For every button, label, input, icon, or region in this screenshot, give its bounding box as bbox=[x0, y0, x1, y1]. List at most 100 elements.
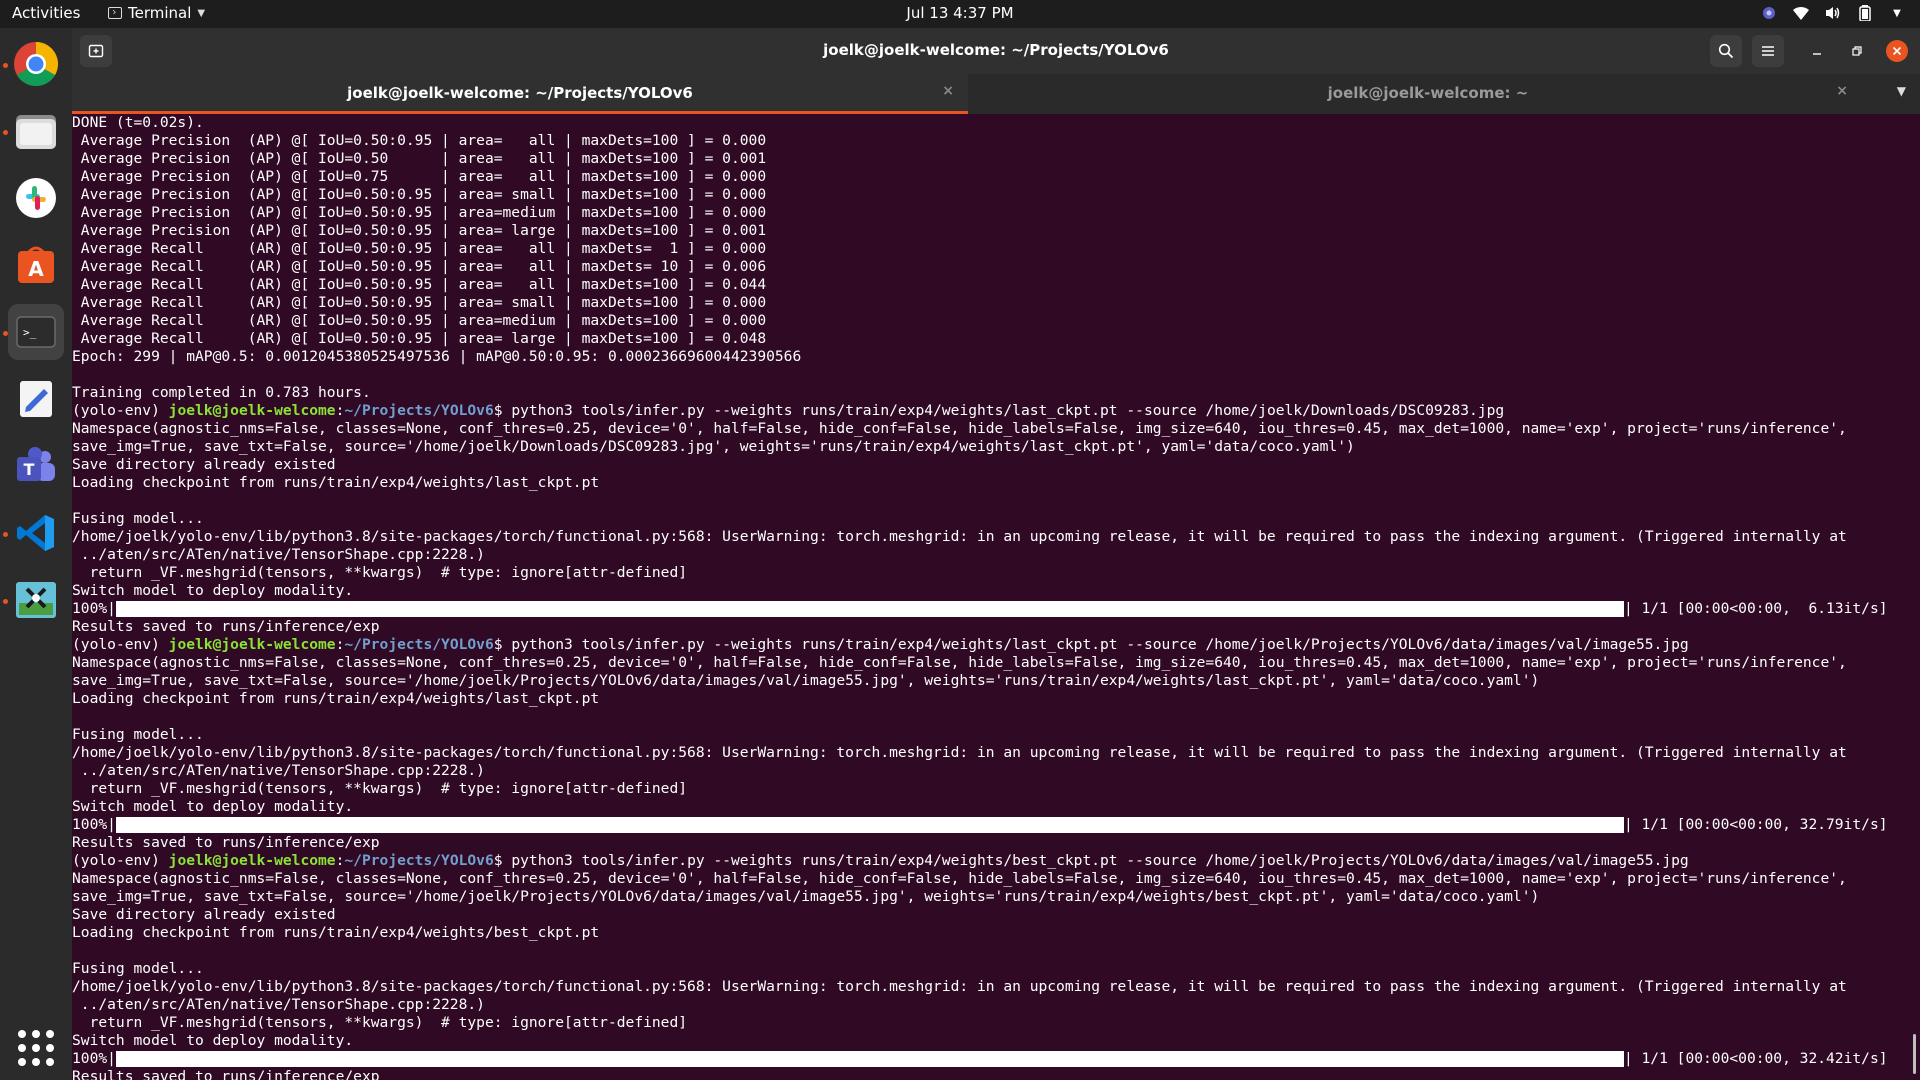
terminal-line: Loading checkpoint from runs/train/exp4/… bbox=[72, 690, 600, 707]
tab-list-chevron-icon[interactable]: ▼ bbox=[1897, 84, 1906, 98]
terminal-line: save_img=True, save_txt=False, source='/… bbox=[72, 672, 1540, 689]
terminal-line: Namespace(agnostic_nms=False, classes=No… bbox=[72, 420, 1847, 437]
vscode-icon bbox=[17, 515, 54, 551]
terminal-line: Switch model to deploy modality. bbox=[72, 798, 354, 815]
terminal-line: return _VF.meshgrid(tensors, **kwargs) #… bbox=[72, 564, 688, 581]
terminal-line: ../aten/src/ATen/native/TensorShape.cpp:… bbox=[72, 996, 485, 1013]
text-editor-launcher[interactable] bbox=[8, 371, 64, 427]
terminal-line: Average Precision (AP) @[ IoU=0.50:0.95 … bbox=[72, 222, 767, 239]
progress-line: 100%| | 1/1 [00:00<00:00, 32.79it/s] bbox=[72, 816, 1920, 834]
svg-text:>_: >_ bbox=[23, 326, 37, 339]
terminal-line: /home/joelk/yolo-env/lib/python3.8/site-… bbox=[72, 528, 1847, 545]
prompt-user: joelk@joelk-welcome bbox=[168, 852, 336, 869]
close-icon bbox=[1892, 46, 1902, 56]
svg-text:T: T bbox=[24, 460, 35, 479]
search-icon bbox=[1718, 43, 1734, 59]
terminal-line: return _VF.meshgrid(tensors, **kwargs) #… bbox=[72, 780, 688, 797]
prompt-user: joelk@joelk-welcome bbox=[168, 636, 336, 653]
tab-home[interactable]: joelk@joelk-welcome: ~ × bbox=[968, 74, 1888, 114]
close-window-button[interactable] bbox=[1886, 40, 1908, 62]
chrome-icon bbox=[14, 42, 58, 86]
search-button[interactable] bbox=[1710, 35, 1742, 67]
teams-status-icon[interactable] bbox=[1760, 4, 1778, 22]
tab-close-icon[interactable]: × bbox=[1836, 83, 1848, 99]
app-menu[interactable]: Terminal ▼ bbox=[108, 4, 205, 22]
terminal-icon: >_ bbox=[16, 316, 56, 348]
new-tab-button[interactable] bbox=[80, 35, 112, 67]
prompt-path: ~/Projects/YOLOv6 bbox=[344, 636, 494, 653]
app-menu-label: Terminal bbox=[128, 4, 192, 22]
volume-icon[interactable] bbox=[1824, 4, 1842, 22]
terminal-line: Average Recall (AR) @[ IoU=0.50:0.95 | a… bbox=[72, 258, 767, 275]
chrome-launcher[interactable] bbox=[8, 36, 64, 92]
chevron-down-icon: ▼ bbox=[197, 7, 206, 19]
terminal-line: Loading checkpoint from runs/train/exp4/… bbox=[72, 924, 600, 941]
prompt-symbol: $ bbox=[493, 852, 512, 869]
terminal-launcher[interactable]: >_ bbox=[8, 304, 64, 360]
terminal-line: DONE (t=0.02s). bbox=[72, 114, 204, 131]
terminal-app-icon bbox=[108, 7, 122, 19]
terminal-line: Fusing model... bbox=[72, 726, 204, 743]
screenshot-tool-launcher[interactable] bbox=[8, 572, 64, 628]
prompt-env: (yolo-env) bbox=[72, 402, 169, 419]
vscode-launcher[interactable] bbox=[8, 505, 64, 561]
command-text: python3 tools/infer.py --weights runs/tr… bbox=[511, 636, 1689, 653]
command-line: (yolo-env) joelk@joelk-welcome:~/Project… bbox=[72, 852, 1920, 870]
teams-launcher[interactable]: T bbox=[8, 438, 64, 494]
restore-button[interactable] bbox=[1846, 40, 1868, 62]
terminal-output[interactable]: DONE (t=0.02s). Average Precision (AP) @… bbox=[72, 114, 1920, 1080]
progress-bar-fill bbox=[115, 1051, 1624, 1067]
terminal-line: save_img=True, save_txt=False, source='/… bbox=[72, 888, 1540, 905]
software-launcher[interactable]: A bbox=[8, 237, 64, 293]
dock: A >_ T bbox=[0, 28, 72, 1080]
system-tray[interactable]: ▼ bbox=[1760, 4, 1906, 22]
terminal-line: save_img=True, save_txt=False, source='/… bbox=[72, 438, 1355, 455]
minimize-icon bbox=[1813, 53, 1821, 55]
terminal-line: Average Recall (AR) @[ IoU=0.50:0.95 | a… bbox=[72, 276, 767, 293]
progress-percent: 100%| bbox=[72, 816, 116, 833]
activities-button[interactable]: Activities bbox=[12, 4, 80, 22]
clock[interactable]: Jul 13 4:37 PM bbox=[906, 4, 1013, 22]
terminal-line: Fusing model... bbox=[72, 510, 204, 527]
wifi-icon[interactable] bbox=[1792, 4, 1810, 22]
command-line: (yolo-env) joelk@joelk-welcome:~/Project… bbox=[72, 636, 1920, 654]
terminal-line: Average Recall (AR) @[ IoU=0.50:0.95 | a… bbox=[72, 240, 767, 257]
menu-button[interactable] bbox=[1752, 35, 1784, 67]
terminal-line: Switch model to deploy modality. bbox=[72, 1032, 354, 1049]
chevron-down-icon[interactable]: ▼ bbox=[1888, 4, 1906, 22]
prompt-path: ~/Projects/YOLOv6 bbox=[344, 402, 494, 419]
terminal-line: Average Precision (AP) @[ IoU=0.50:0.95 … bbox=[72, 132, 767, 149]
terminal-line: ../aten/src/ATen/native/TensorShape.cpp:… bbox=[72, 546, 485, 563]
terminal-line: Average Precision (AP) @[ IoU=0.50:0.95 … bbox=[72, 186, 767, 203]
window-header[interactable]: joelk@joelk-welcome: ~/Projects/YOLOv6 bbox=[72, 28, 1920, 74]
tab-bar: joelk@joelk-welcome: ~/Projects/YOLOv6 ×… bbox=[72, 74, 1920, 114]
terminal-line: Training completed in 0.783 hours. bbox=[72, 384, 371, 401]
files-launcher[interactable] bbox=[8, 103, 64, 159]
terminal-line: Average Precision (AP) @[ IoU=0.50 | are… bbox=[72, 150, 767, 167]
new-tab-icon bbox=[88, 44, 104, 58]
prompt-env: (yolo-env) bbox=[72, 636, 169, 653]
command-text: python3 tools/infer.py --weights runs/tr… bbox=[511, 852, 1689, 869]
show-applications-button[interactable] bbox=[18, 1030, 54, 1066]
tab-label: joelk@joelk-welcome: ~ bbox=[1327, 84, 1529, 102]
slack-launcher[interactable] bbox=[8, 170, 64, 226]
prompt-path: ~/Projects/YOLOv6 bbox=[344, 852, 494, 869]
files-icon bbox=[16, 115, 56, 149]
tab-yolov6[interactable]: joelk@joelk-welcome: ~/Projects/YOLOv6 × bbox=[72, 74, 968, 114]
terminal-line: Switch model to deploy modality. bbox=[72, 582, 354, 599]
terminal-line: /home/joelk/yolo-env/lib/python3.8/site-… bbox=[72, 978, 1847, 995]
progress-stats: | 1/1 [00:00<00:00, 32.79it/s] bbox=[1623, 816, 1888, 833]
terminal-line: return _VF.meshgrid(tensors, **kwargs) #… bbox=[72, 1014, 688, 1031]
svg-text:A: A bbox=[28, 257, 44, 281]
text-editor-icon bbox=[20, 381, 52, 417]
battery-icon[interactable] bbox=[1856, 4, 1874, 22]
terminal-line: Average Recall (AR) @[ IoU=0.50:0.95 | a… bbox=[72, 312, 767, 329]
scrollbar-thumb[interactable] bbox=[1913, 1034, 1916, 1074]
minimize-button[interactable] bbox=[1806, 40, 1828, 62]
prompt-user: joelk@joelk-welcome bbox=[168, 402, 336, 419]
terminal-line: Loading checkpoint from runs/train/exp4/… bbox=[72, 474, 600, 491]
tab-close-icon[interactable]: × bbox=[942, 83, 954, 99]
prompt-env: (yolo-env) bbox=[72, 852, 169, 869]
terminal-line: Epoch: 299 | mAP@0.5: 0.0012045380525497… bbox=[72, 348, 802, 365]
